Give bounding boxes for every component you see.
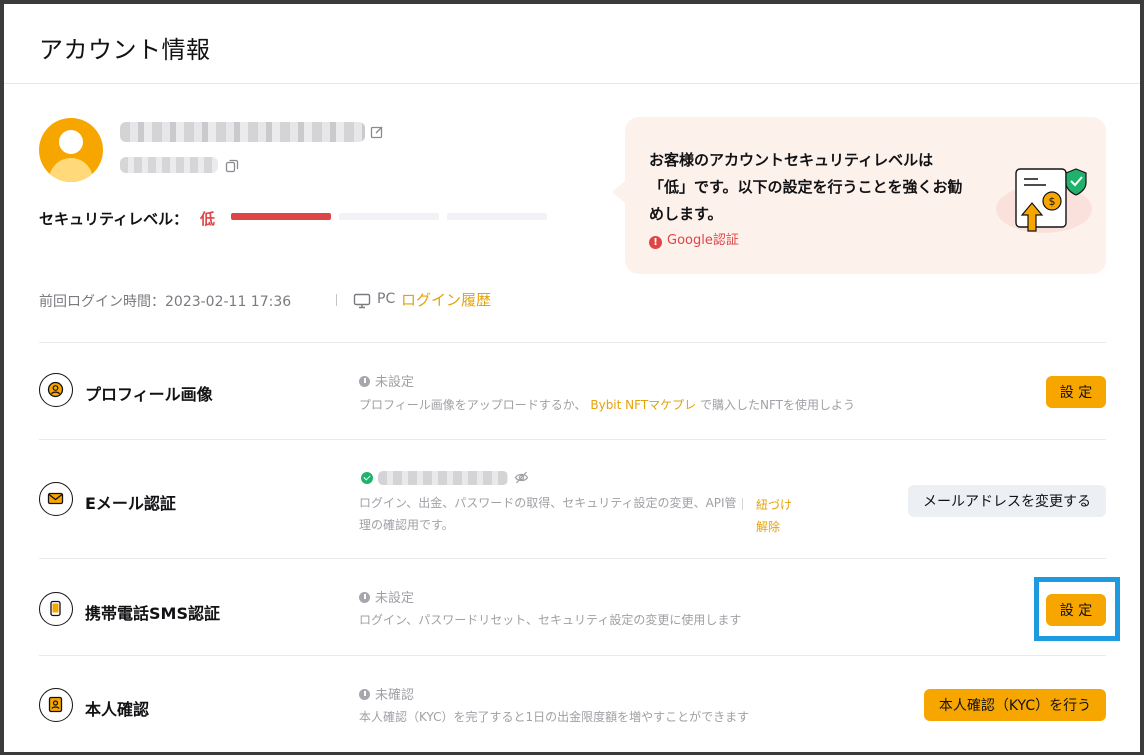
- profile-image-title: プロフィール画像: [85, 385, 213, 404]
- google-auth-link[interactable]: ! Google認証: [649, 229, 739, 249]
- masked-uid: [120, 157, 218, 173]
- info-icon: [359, 592, 370, 603]
- security-level-bar-segment: [447, 213, 547, 220]
- login-device: PC: [377, 291, 396, 307]
- warning-icon: !: [649, 236, 662, 249]
- copy-icon[interactable]: [225, 159, 239, 173]
- google-auth-label: Google認証: [667, 233, 739, 248]
- masked-username: [120, 122, 365, 142]
- eye-hidden-icon[interactable]: [514, 470, 529, 485]
- security-notice-text: お客様のアカウントセキュリティレベルは「低」です。以下の設定を行うことを強くお勧…: [649, 151, 963, 223]
- last-login-time: 前回ログイン時間：2023-02-11 17:36: [39, 294, 292, 310]
- kyc-status: 未確認: [359, 684, 414, 703]
- profile-image-icon: [39, 373, 73, 407]
- masked-email: [378, 471, 508, 485]
- monitor-icon: [353, 293, 371, 309]
- info-icon: [359, 689, 370, 700]
- divider: [39, 342, 1106, 343]
- sms-auth-status: 未設定: [359, 587, 414, 606]
- window-frame: アカウント情報 セキュリティレベル： 低 前回ログイン時間：2023-02-11…: [0, 0, 1144, 755]
- change-email-button[interactable]: メールアドレスを変更する: [908, 485, 1106, 517]
- email-auth-title: Eメール認証: [85, 494, 176, 513]
- page-header: アカウント情報: [4, 4, 1140, 84]
- kyc-description: 本人確認（KYC）を完了すると1日の出金限度額を増やすことができます: [359, 710, 750, 724]
- sms-auth-description: ログイン、パスワードリセット、セキュリティ設定の変更に使用します: [359, 613, 742, 627]
- divider: [39, 655, 1106, 656]
- security-level-label: セキュリティレベル：: [39, 210, 189, 228]
- edit-icon[interactable]: [370, 125, 384, 139]
- info-icon: [359, 376, 370, 387]
- separator: [336, 294, 337, 306]
- divider: [39, 439, 1106, 440]
- verified-check-icon: [361, 472, 373, 484]
- avatar[interactable]: [39, 118, 103, 182]
- separator: [742, 498, 743, 510]
- security-level-bar-segment: [339, 213, 439, 220]
- security-level-value: 低: [200, 210, 216, 228]
- page-title: アカウント情報: [39, 36, 211, 64]
- email-icon: [39, 482, 73, 516]
- sms-auth-title: 携帯電話SMS認証: [85, 604, 220, 623]
- kyc-title: 本人確認: [85, 700, 150, 719]
- mobile-phone-icon: [39, 592, 73, 626]
- profile-image-status: 未設定: [359, 371, 414, 390]
- security-level-bar-segment: [231, 213, 331, 220]
- identity-verification-icon: [39, 688, 73, 722]
- security-shield-illustration: $: [996, 168, 1092, 233]
- highlight-box: [1034, 577, 1120, 641]
- notice-tail: [612, 180, 626, 204]
- unlink-email-link[interactable]: 紐づけ解除: [756, 494, 796, 538]
- profile-image-description: プロフィール画像をアップロードするか、 Bybit NFTマケプレ で購入したN…: [359, 398, 855, 412]
- svg-text:$: $: [1049, 195, 1056, 208]
- bybit-nft-marketplace-link[interactable]: Bybit NFTマケプレ: [590, 398, 696, 412]
- profile-image-set-button[interactable]: 設 定: [1046, 376, 1106, 408]
- kyc-start-button[interactable]: 本人確認（KYC）を行う: [924, 689, 1106, 721]
- login-history-link[interactable]: ログイン履歴: [401, 289, 491, 310]
- divider: [39, 558, 1106, 559]
- email-auth-description: ログイン、出金、パスワードの取得、セキュリティ設定の変更、API管理の確認用です…: [359, 496, 737, 532]
